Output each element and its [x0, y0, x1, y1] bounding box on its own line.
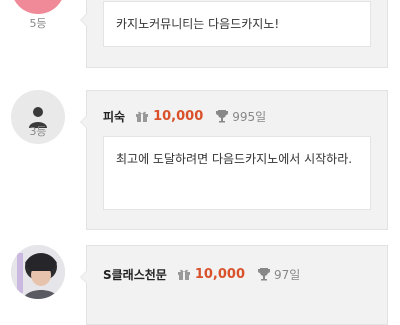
comment-card: 피숙 10,000 995일 최고에 도달하려면 다음드카지노에서 시작하라. — [80, 90, 388, 230]
points-value: 10,000 — [153, 108, 204, 124]
avatar[interactable] — [11, 0, 65, 14]
days-value: 995일 — [232, 109, 267, 124]
comment-message: 최고에 도달하려면 다음드카지노에서 시작하라. — [103, 136, 371, 210]
author-name[interactable]: S클래스천문 — [103, 266, 167, 283]
rank-label: 3등 — [29, 125, 47, 138]
comment-meta: S클래스천문 10,000 97일 — [103, 266, 300, 282]
points-value: 10,000 — [194, 266, 246, 282]
comment-card: S클래스천문 10,000 97일 — [80, 245, 388, 325]
trophy-icon — [258, 268, 271, 281]
author-name[interactable]: 피숙 — [103, 108, 125, 125]
rank-label: 5등 — [29, 17, 47, 30]
profile-photo — [11, 245, 65, 299]
gift-icon — [136, 111, 149, 122]
trophy-icon — [216, 110, 229, 123]
avatar[interactable] — [11, 245, 65, 299]
comment-message: 카지노커뮤니티는 다음드카지노! — [103, 1, 371, 47]
comment-meta: 피숙 10,000 995일 — [103, 108, 266, 124]
comment-card: 카지노커뮤니티는 다음드카지노! — [80, 0, 388, 68]
gift-icon — [177, 269, 190, 280]
days-value: 97일 — [274, 267, 301, 282]
